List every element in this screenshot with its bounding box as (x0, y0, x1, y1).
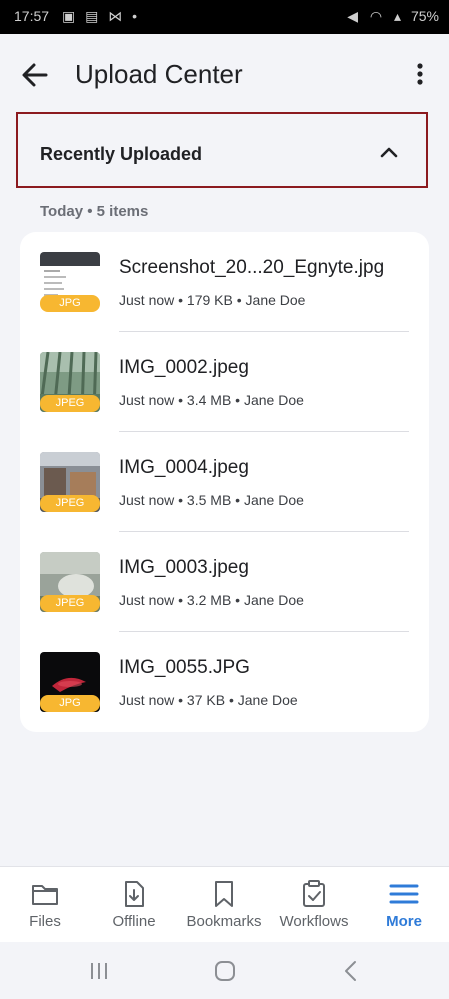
nav-label: Files (29, 913, 61, 930)
home-icon[interactable] (212, 958, 238, 984)
file-meta: Just now • 3.5 MB • Jane Doe (119, 492, 304, 508)
file-type-badge: JPEG (40, 495, 100, 512)
more-vert-icon (417, 63, 423, 85)
nav-label: Workflows (279, 913, 349, 930)
recently-uploaded-header[interactable]: Recently Uploaded (16, 112, 428, 188)
file-row[interactable]: JPG Screenshot_20...20_Egnyte.jpg Just n… (20, 232, 429, 332)
group-label: Today • 5 items (40, 203, 149, 220)
file-row[interactable]: JPEG IMG_0002.jpeg Just now • 3.4 MB • J… (20, 332, 429, 432)
file-type-badge: JPG (40, 295, 100, 312)
nav-label: Bookmarks (186, 913, 262, 930)
nav-label: More (386, 913, 422, 930)
arrow-back-icon (22, 63, 48, 87)
bookmark-icon (215, 881, 233, 907)
file-row[interactable]: JPG IMG_0055.JPG Just now • 37 KB • Jane… (20, 632, 429, 732)
file-meta: Just now • 179 KB • Jane Doe (119, 292, 306, 308)
nav-label: Offline (112, 913, 156, 930)
file-type-badge: JPEG (40, 395, 100, 412)
file-row[interactable]: JPEG IMG_0004.jpeg Just now • 3.5 MB • J… (20, 432, 429, 532)
system-back-icon[interactable] (338, 958, 364, 984)
nav-workflows[interactable]: Workflows (269, 867, 359, 943)
file-row[interactable]: JPEG IMG_0003.jpeg Just now • 3.2 MB • J… (20, 532, 429, 632)
file-list: JPG Screenshot_20...20_Egnyte.jpg Just n… (20, 232, 429, 732)
file-meta: Just now • 37 KB • Jane Doe (119, 692, 298, 708)
file-type-badge: JPEG (40, 595, 100, 612)
file-name: IMG_0002.jpeg (119, 357, 249, 378)
status-bar: 17:57 ▣ ▤ ⋈ • ◀ ◠ ▴ 75% (0, 0, 449, 34)
file-meta: Just now • 3.2 MB • Jane Doe (119, 592, 304, 608)
overflow-menu-button[interactable] (405, 60, 435, 90)
download-file-icon (125, 881, 144, 907)
clipboard-check-icon (303, 880, 325, 907)
bottom-navigation: Files Offline Bookmarks Workflows More (0, 866, 449, 943)
nav-bookmarks[interactable]: Bookmarks (179, 867, 269, 943)
section-title: Recently Uploaded (40, 144, 203, 164)
file-name: Screenshot_20...20_Egnyte.jpg (119, 257, 385, 278)
nav-more[interactable]: More (359, 867, 449, 943)
notification-icons: ▣ ▤ ⋈ • (62, 8, 141, 24)
folder-icon (32, 885, 58, 905)
signal-icons: ◀ ◠ ▴ (347, 8, 405, 24)
file-meta: Just now • 3.4 MB • Jane Doe (119, 392, 304, 408)
battery-level: 75% (410, 8, 439, 24)
page-title: Upload Center (75, 59, 243, 89)
back-button[interactable] (18, 58, 52, 92)
system-navigation (0, 942, 449, 999)
nav-offline[interactable]: Offline (89, 867, 179, 943)
file-name: IMG_0003.jpeg (119, 557, 249, 578)
chevron-up-icon[interactable] (380, 146, 398, 158)
status-time: 17:57 (14, 8, 50, 24)
file-name: IMG_0055.JPG (119, 657, 250, 678)
nav-files[interactable]: Files (0, 867, 90, 943)
file-type-badge: JPG (40, 695, 100, 712)
app-bar: Upload Center (0, 34, 449, 116)
file-name: IMG_0004.jpeg (119, 457, 249, 478)
recent-apps-icon[interactable] (86, 958, 112, 984)
menu-lines-icon (389, 884, 419, 904)
